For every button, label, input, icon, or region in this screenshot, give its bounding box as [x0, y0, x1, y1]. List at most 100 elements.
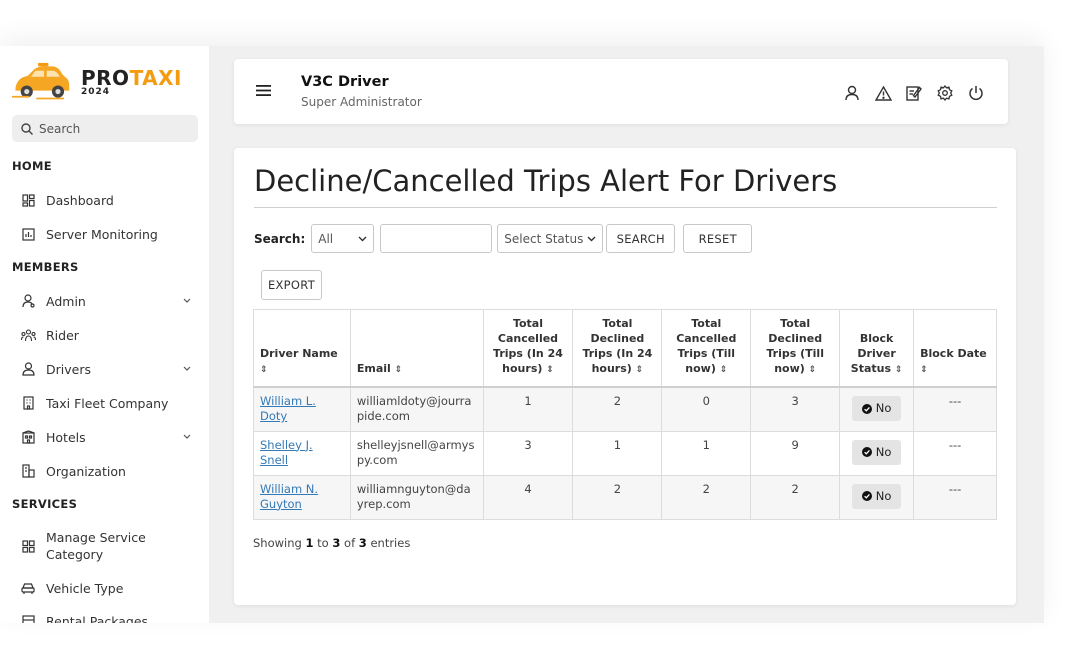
search-button[interactable]: SEARCH [606, 224, 676, 253]
sort-icon: ⇕ [719, 365, 728, 375]
sidebar-item-label: Server Monitoring [46, 226, 158, 242]
pagination-info: Showing 1 to 3 of 3 entries [253, 536, 411, 550]
search-scope-select[interactable]: All [311, 224, 375, 253]
chevron-down-icon [358, 236, 367, 241]
top-header: V3C Driver Super Administrator [234, 59, 1008, 124]
sidebar-item-label: Taxi Fleet Company [46, 395, 169, 411]
col-header-cancelled-24h[interactable]: Total Cancelled Trips (In 24 hours) ⇕ [482, 309, 574, 388]
declined-24h-cell: 2 [572, 474, 663, 520]
driver-name-link[interactable]: William N. Guyton [260, 482, 318, 511]
chevron-down-icon [183, 298, 191, 303]
section-members: MEMBERS [12, 260, 79, 274]
hotel-icon [20, 429, 36, 445]
email-cell: williamldoty@jourrapide.com [349, 386, 484, 432]
hamburger-menu-icon[interactable] [256, 85, 271, 96]
chevron-down-icon [183, 366, 191, 371]
sidebar-item-label: Organization [46, 463, 126, 479]
sidebar-item-rental-packages[interactable]: Rental Packages [20, 613, 200, 623]
grid-icon [20, 538, 36, 554]
cancelled-all-cell: 0 [661, 386, 752, 432]
power-logout-icon[interactable] [966, 83, 986, 103]
col-header-declined-24h[interactable]: Total Declined Trips (In 24 hours) ⇕ [572, 309, 663, 388]
page-title: Decline/Cancelled Trips Alert For Driver… [254, 164, 838, 198]
declined-24h-cell: 2 [572, 386, 663, 432]
sidebar-item-vehicle-type[interactable]: Vehicle Type [20, 580, 200, 596]
chevron-down-icon [183, 434, 191, 439]
cancelled-24h-cell: 4 [482, 474, 574, 520]
sidebar-item-dashboard[interactable]: Dashboard [20, 192, 200, 208]
brand-logo[interactable]: PROTAXI 2024 [12, 58, 182, 106]
block-status-button[interactable]: No [851, 396, 902, 421]
export-button[interactable]: EXPORT [261, 270, 322, 300]
settings-gear-icon[interactable] [935, 83, 955, 103]
sidebar-item-label: Hotels [46, 429, 86, 445]
chart-icon [20, 226, 36, 242]
building-icon [20, 395, 36, 411]
sidebar-item-label: Admin [46, 293, 86, 309]
driver-icon [20, 361, 36, 377]
driver-name-link[interactable]: Shelley J. Snell [260, 438, 313, 467]
declined-all-cell: 2 [750, 474, 841, 520]
email-cell: shelleyjsnell@armyspy.com [349, 430, 484, 476]
status-select[interactable]: Select Status [497, 224, 604, 253]
sidebar-item-server-monitoring[interactable]: Server Monitoring [20, 226, 200, 242]
col-header-block-status[interactable]: Block Driver Status ⇕ [839, 309, 915, 388]
main-content-card: Decline/Cancelled Trips Alert For Driver… [234, 148, 1016, 605]
cancelled-all-cell: 2 [661, 474, 752, 520]
sidebar-search-placeholder: Search [39, 121, 81, 136]
vehicle-icon [20, 580, 36, 596]
dashboard-icon [20, 192, 36, 208]
sidebar-item-hotels[interactable]: Hotels [20, 429, 200, 445]
sidebar-search-input[interactable]: Search [12, 115, 198, 142]
sort-icon: ⇕ [394, 365, 403, 375]
email-cell: williamnguyton@dayrep.com [349, 474, 484, 520]
edit-notes-icon[interactable] [904, 83, 924, 103]
block-status-cell: No [839, 386, 915, 432]
sidebar-item-taxi-fleet-company[interactable]: Taxi Fleet Company [20, 395, 200, 411]
table-row: William L. Doty williamldoty@jourrapide.… [253, 386, 997, 432]
admin-user-icon [20, 293, 36, 309]
chevron-down-icon [587, 236, 596, 241]
block-status-cell: No [839, 430, 915, 476]
col-header-email[interactable]: Email ⇕ [349, 309, 484, 388]
search-keyword-input[interactable] [380, 224, 493, 253]
cancelled-all-cell: 1 [661, 430, 752, 476]
profile-icon[interactable] [842, 83, 862, 103]
sidebar-item-label: Rental Packages [46, 613, 149, 624]
search-scope-value: All [318, 231, 334, 246]
alerts-table: Driver Name ⇕ Email ⇕ Total Cancelled Tr… [253, 309, 997, 520]
title-divider [254, 207, 997, 208]
check-circle-icon [861, 403, 872, 414]
sidebar-item-manage-service-category[interactable]: Manage Service Category [20, 529, 200, 563]
sort-icon: ⇕ [894, 365, 903, 375]
sidebar-item-admin[interactable]: Admin [20, 293, 200, 309]
organization-icon [20, 463, 36, 479]
col-header-declined-all[interactable]: Total Declined Trips (Till now) ⇕ [750, 309, 841, 388]
sidebar: PROTAXI 2024 Search HOME Dashboard Serve… [0, 46, 209, 623]
header-subtitle: Super Administrator [301, 95, 422, 109]
block-status-cell: No [839, 474, 915, 520]
alert-warning-icon[interactable] [873, 83, 893, 103]
rider-group-icon [20, 327, 36, 343]
declined-all-cell: 3 [750, 386, 841, 432]
reset-button[interactable]: RESET [683, 224, 753, 253]
sidebar-item-label: Dashboard [46, 192, 114, 208]
sort-icon: ⇕ [546, 365, 554, 375]
block-status-button[interactable]: No [851, 439, 902, 465]
sidebar-item-rider[interactable]: Rider [20, 327, 200, 343]
col-header-driver-name[interactable]: Driver Name ⇕ [253, 309, 351, 388]
sidebar-item-organization[interactable]: Organization [20, 463, 200, 479]
driver-name-link[interactable]: William L. Doty [260, 394, 316, 423]
col-header-block-date[interactable]: Block Date ⇕ [913, 309, 997, 388]
cancelled-24h-cell: 3 [482, 430, 574, 476]
taxi-car-icon [12, 62, 70, 100]
col-header-cancelled-all[interactable]: Total Cancelled Trips (Till now) ⇕ [661, 309, 752, 388]
section-home: HOME [12, 159, 52, 173]
sort-icon: ⇕ [260, 365, 268, 375]
sidebar-item-label: Rider [46, 327, 79, 343]
package-icon [20, 613, 36, 623]
block-status-button[interactable]: No [851, 483, 902, 509]
sidebar-item-drivers[interactable]: Drivers [20, 361, 200, 377]
header-title: V3C Driver [301, 74, 389, 90]
check-circle-icon [861, 447, 872, 457]
